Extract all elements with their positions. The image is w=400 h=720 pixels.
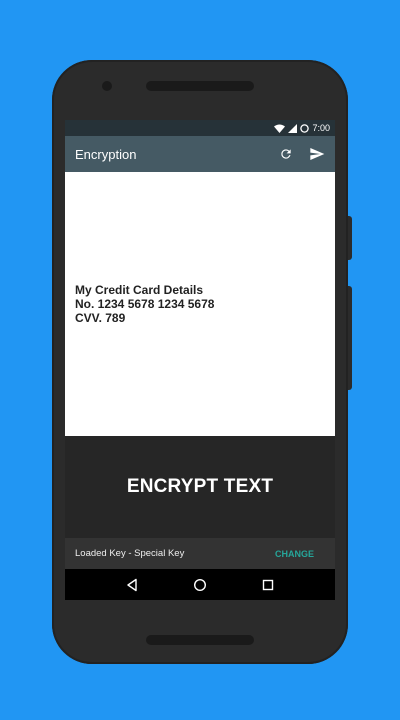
encrypt-text-button[interactable]: ENCRYPT TEXT — [127, 476, 273, 498]
status-time: 7:00 — [312, 123, 330, 133]
bottom-speaker — [146, 635, 254, 645]
wifi-icon — [274, 124, 286, 133]
key-bar: Loaded Key - Special Key CHANGE — [65, 538, 335, 569]
change-key-button[interactable]: CHANGE — [275, 549, 314, 559]
signal-icon — [288, 123, 298, 133]
content-line: My Credit Card Details — [75, 283, 204, 297]
front-camera — [102, 81, 112, 91]
content-line: No. 1234 5678 1234 5678 — [75, 297, 215, 311]
refresh-icon[interactable] — [276, 144, 296, 164]
navigation-bar — [65, 569, 335, 600]
encrypt-area: ENCRYPT TEXT — [65, 436, 335, 538]
top-speaker — [146, 81, 254, 91]
content-line: CVV. 789 — [75, 311, 126, 325]
send-icon[interactable] — [307, 144, 327, 164]
status-bar: 7:00 — [65, 120, 335, 136]
phone-frame: 7:00 Encryption My Credit Card Details N… — [52, 60, 348, 664]
app-title: Encryption — [75, 146, 137, 162]
loaded-key-label: Loaded Key - Special Key — [75, 548, 185, 559]
recents-icon[interactable] — [258, 575, 278, 595]
screen: 7:00 Encryption My Credit Card Details N… — [65, 120, 335, 600]
back-icon[interactable] — [122, 575, 142, 595]
home-icon[interactable] — [190, 575, 210, 595]
battery-icon — [300, 123, 310, 133]
text-content-area[interactable]: My Credit Card Details No. 1234 5678 123… — [65, 172, 335, 436]
app-bar: Encryption — [65, 136, 335, 172]
